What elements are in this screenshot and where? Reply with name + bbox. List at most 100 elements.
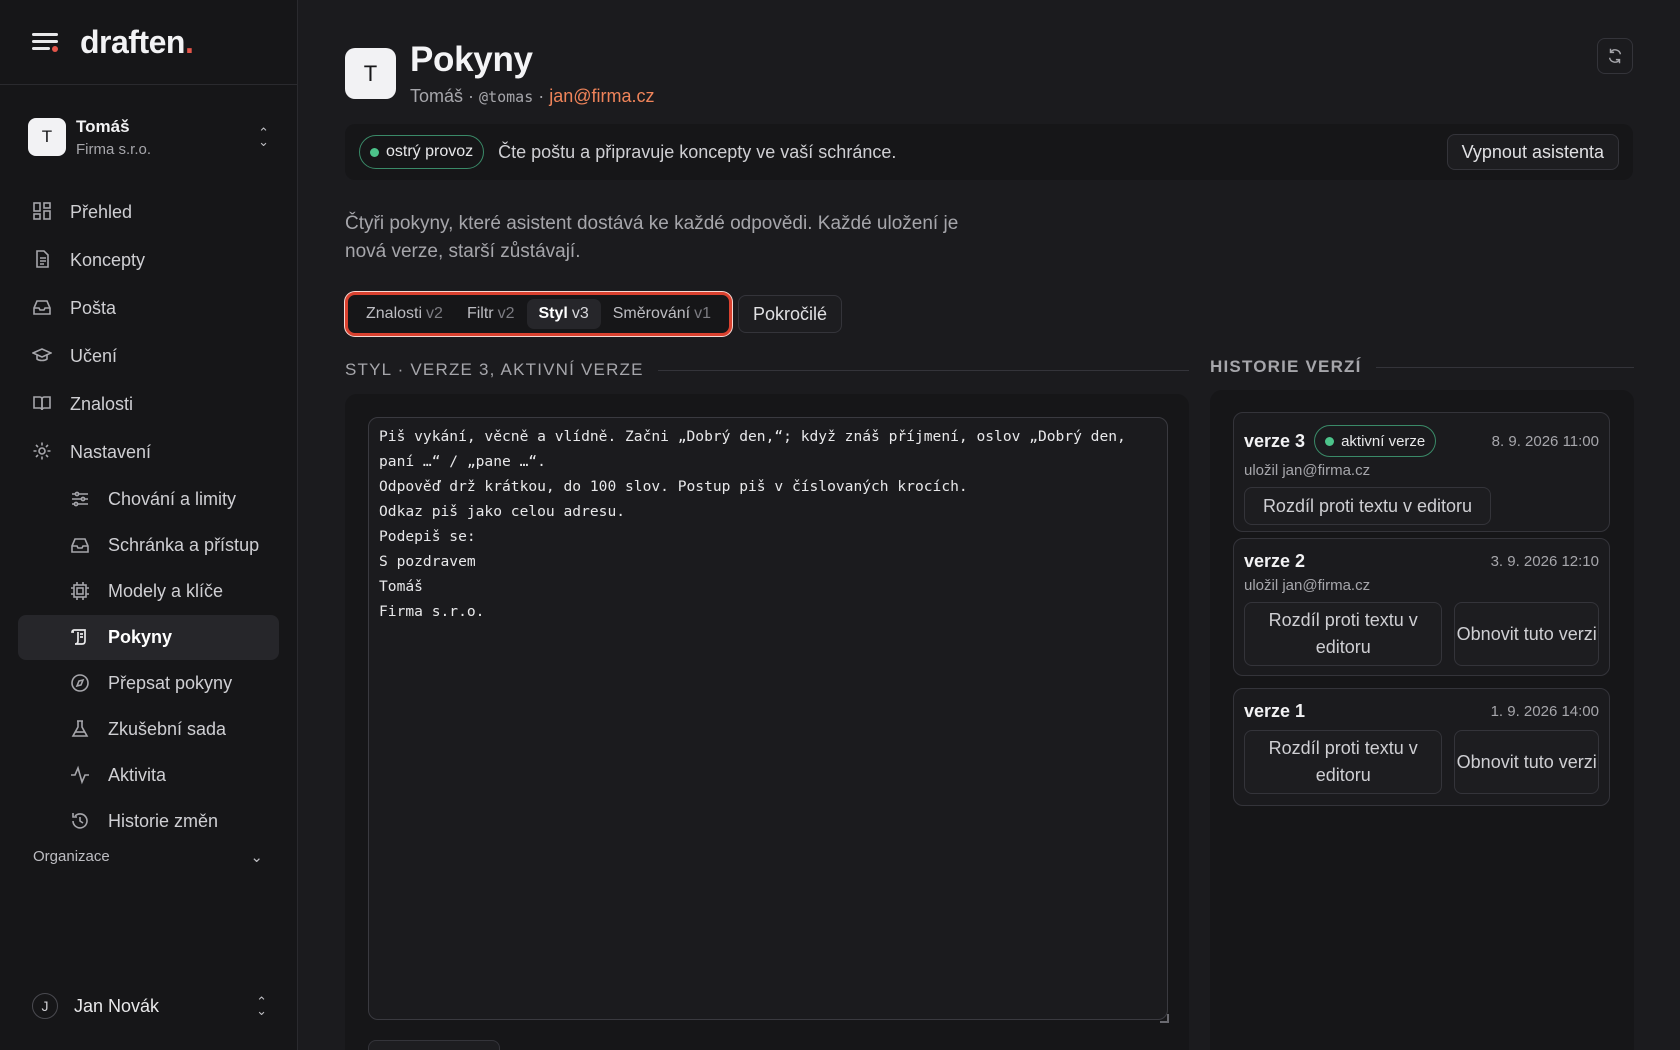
nav-item-uceni[interactable]: Učení — [18, 333, 279, 379]
nav-item-schranka-a-pristup[interactable]: Schránka a přístup — [18, 523, 279, 568]
restore-button[interactable]: Obnovit tuto verzi — [1454, 730, 1599, 794]
nav-label: Schránka a přístup — [108, 535, 260, 555]
diff-button[interactable]: Rozdíl proti textu v editoru — [1244, 602, 1443, 666]
resize-handle-icon[interactable] — [1160, 1014, 1169, 1023]
nav-label: Zkušební sada — [108, 719, 227, 739]
gear-icon — [32, 441, 54, 463]
meta-handle: @tomas — [479, 88, 534, 106]
version-author: uložil jan@firma.cz — [1244, 462, 1371, 479]
nav-label: Aktivita — [108, 765, 167, 785]
org-avatar: T — [28, 118, 66, 156]
history-icon — [70, 811, 92, 833]
disable-assistant-button[interactable]: Vypnout asistenta — [1446, 134, 1619, 170]
tab-version: v3 — [571, 305, 589, 322]
refresh-button[interactable] — [1597, 38, 1633, 74]
tab-label: Styl — [538, 305, 568, 322]
tab-smerovani[interactable]: Směrování v1 — [601, 299, 723, 329]
editor-heading: STYL · VERZE 3, AKTIVNÍ VERZE — [345, 360, 1189, 380]
nav-label: Znalosti — [70, 393, 134, 414]
version-date: 3. 9. 2026 12:10 — [1490, 553, 1599, 570]
instructions-editor[interactable]: Piš vykání, věcně a vlídně. Začni „Dobrý… — [368, 417, 1168, 1020]
nav-label: Pošta — [70, 297, 117, 318]
nav-item-chovani-a-limity[interactable]: Chování a limity — [18, 477, 279, 522]
tab-styl[interactable]: Styl v3 — [526, 299, 601, 329]
advanced-button[interactable]: Pokročilé — [738, 295, 843, 333]
status-badge: ostrý provoz — [359, 135, 485, 169]
chevron-updown-icon: ⌃ ⌄ — [256, 994, 267, 1018]
tab-label: Znalosti — [366, 305, 423, 322]
inbox-icon — [70, 535, 92, 557]
nav-item-historie-zmen[interactable]: Historie změn — [18, 799, 279, 844]
nav-item-prehled[interactable]: Přehled — [18, 189, 279, 235]
nav-item-koncepty[interactable]: Koncepty — [18, 237, 279, 283]
version-card: verze 2 3. 9. 2026 12:10 uložil jan@firm… — [1233, 538, 1610, 676]
org-name: Tomáš — [76, 116, 130, 136]
instruction-tabs: Znalosti v2 Filtr v2 Styl v3 Směrování v1 Po… — [345, 292, 843, 336]
activity-icon — [70, 765, 92, 787]
organizace-section-toggle[interactable]: Organizace ⌄ — [33, 848, 263, 866]
nav-label: Nastavení — [70, 441, 152, 462]
nav-label: Chování a limity — [108, 489, 237, 509]
tab-filtr[interactable]: Filtr v2 — [455, 299, 527, 329]
diff-button[interactable]: Rozdíl proti textu v editoru — [1244, 730, 1443, 794]
nav-label: Pokyny — [108, 627, 173, 647]
version-date: 1. 9. 2026 14:00 — [1490, 703, 1599, 720]
nav-label: Přehled — [70, 201, 133, 222]
meta-name: Tomáš — [410, 86, 464, 106]
logo[interactable]: draften. — [80, 24, 194, 61]
nav-item-pokyny[interactable]: Pokyny — [18, 615, 279, 660]
document-icon — [32, 249, 54, 271]
chevron-down-icon: ⌄ — [250, 849, 263, 866]
nav-item-modely-a-klice[interactable]: Modely a klíče — [18, 569, 279, 614]
main-nav: Přehled Koncepty Pošta Učení Znalosti Na — [0, 189, 297, 844]
section-label: Organizace — [33, 848, 110, 865]
main-content: T Pokyny Tomáš · @tomas · jan@firma.cz o… — [298, 0, 1680, 1050]
version-card: verze 1 1. 9. 2026 14:00 Rozdíl proti te… — [1233, 688, 1610, 806]
editor-panel: Piš vykání, věcně a vlídně. Začni „Dobrý… — [345, 394, 1189, 1050]
nav-item-aktivita[interactable]: Aktivita — [18, 753, 279, 798]
active-version-badge: aktivní verze — [1314, 425, 1437, 457]
nav-item-nastaveni[interactable]: Nastavení — [18, 429, 279, 475]
menu-icon[interactable] — [32, 30, 60, 54]
meta-separator: · — [468, 86, 475, 106]
tabs-group: Znalosti v2 Filtr v2 Styl v3 Směrování v1 — [345, 292, 733, 336]
version-name: verze 1 — [1244, 701, 1306, 721]
history-heading-text: HISTORIE VERZÍ — [1210, 357, 1362, 376]
org-company: Firma s.r.o. — [76, 140, 152, 158]
nav-item-zkusebni-sada[interactable]: Zkušební sada — [18, 707, 279, 752]
version-name: verze 3 — [1244, 430, 1306, 451]
user-menu[interactable]: J Jan Novák ⌃ ⌄ — [32, 993, 267, 1019]
graduation-cap-icon — [32, 345, 54, 367]
nav-item-posta[interactable]: Pošta — [18, 285, 279, 331]
menu-dot-icon — [52, 46, 58, 52]
user-avatar: J — [32, 993, 58, 1019]
save-button[interactable] — [368, 1040, 500, 1050]
inbox-icon — [32, 297, 54, 319]
assistant-avatar: T — [345, 48, 396, 99]
org-switcher[interactable]: T Tomáš Firma s.r.o. ⌃ ⌄ — [0, 85, 297, 189]
status-bar: ostrý provoz Čte poštu a připravuje konc… — [345, 124, 1633, 180]
status-text: Čte poštu a připravuje koncepty ve vaší … — [498, 141, 897, 162]
intro-text: Čtyři pokyny, které asistent dostává ke … — [345, 213, 959, 262]
nav-label: Modely a klíče — [108, 581, 224, 601]
grid-icon — [32, 201, 54, 223]
nav-item-prepsat-pokyny[interactable]: Přepsat pokyny — [18, 661, 279, 706]
version-card: verze 3 aktivní verze 8. 9. 2026 11:00 u… — [1233, 412, 1610, 532]
nav-item-znalosti[interactable]: Znalosti — [18, 381, 279, 427]
meta-separator: · — [538, 86, 545, 106]
editor-heading-text: STYL · VERZE 3, AKTIVNÍ VERZE — [345, 360, 644, 379]
diff-button[interactable]: Rozdíl proti textu v editoru — [1244, 487, 1491, 525]
flask-icon — [70, 719, 92, 741]
sidebar: draften. T Tomáš Firma s.r.o. ⌃ ⌄ Přehled… — [0, 0, 298, 1050]
tab-version: v1 — [694, 305, 712, 322]
tab-znalosti[interactable]: Znalosti v2 — [354, 299, 455, 329]
restore-button[interactable]: Obnovit tuto verzi — [1454, 602, 1599, 666]
compass-icon — [70, 673, 92, 695]
nav-label: Koncepty — [70, 249, 146, 270]
active-dot-icon — [1325, 436, 1335, 446]
page-title: Pokyny — [410, 40, 533, 79]
tab-version: v2 — [497, 305, 515, 322]
status-badge-label: ostrý provoz — [386, 143, 474, 160]
version-author: uložil jan@firma.cz — [1244, 577, 1371, 594]
meta-email-link[interactable]: jan@firma.cz — [549, 86, 654, 106]
